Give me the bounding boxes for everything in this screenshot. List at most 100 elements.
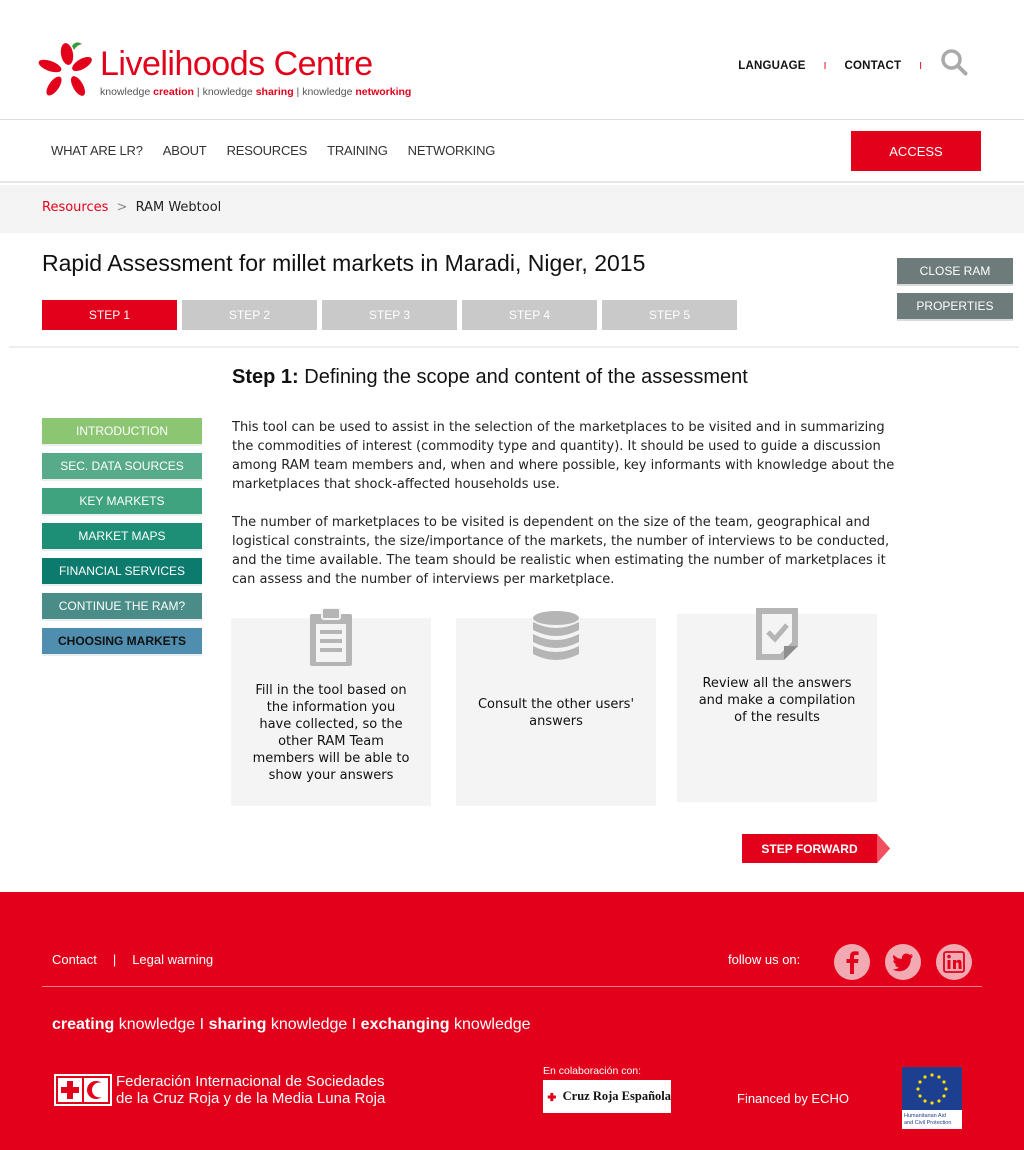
- nav-item-resources[interactable]: RESOURCES: [227, 143, 308, 158]
- footer-divider: [42, 986, 982, 987]
- search-icon[interactable]: [940, 48, 968, 76]
- ifrc-name: Federación Internacional de Sociedades d…: [116, 1073, 385, 1107]
- step-heading-number: Step 1:: [232, 366, 299, 388]
- echo-caption-line-2: and Civil Protection: [904, 1119, 952, 1126]
- logo-tag-sep: |: [296, 86, 300, 98]
- cruz-roja-label: Cruz Roja Española: [562, 1089, 671, 1103]
- breadcrumb-bar: Resources > RAM Webtool: [0, 185, 1024, 233]
- fill-in-tool-card[interactable]: Fill in the tool based on the informatio…: [231, 608, 431, 806]
- nav-item-what-are-lr[interactable]: WHAT ARE LR?: [51, 143, 143, 158]
- tagline-bold: creating: [52, 1016, 115, 1033]
- sub-menu-choosing-markets[interactable]: CHOOSING MARKETS: [42, 628, 202, 656]
- site-header: Livelihoods Centre knowledge creation | …: [0, 0, 1024, 120]
- logo-tagline: knowledge creation | knowledge sharing |…: [100, 86, 411, 98]
- nav-item-networking[interactable]: NETWORKING: [408, 143, 496, 158]
- breadcrumb-separator: >: [116, 200, 128, 215]
- footer-contact-link[interactable]: Contact: [52, 952, 97, 967]
- divider: [9, 346, 1019, 348]
- intro-paragraph-2: The number of marketplaces to be visited…: [232, 515, 890, 587]
- logo-word-rest: lihoods Centre: [160, 45, 373, 83]
- sub-menu-continue-the-ram[interactable]: CONTINUE THE RAM?: [42, 593, 202, 621]
- top-link-separator: I: [823, 60, 827, 72]
- top-links: LANGUAGE I CONTACT I: [738, 48, 968, 84]
- clipboard-icon: [310, 608, 352, 666]
- card-text: Fill in the tool based on the informatio…: [252, 683, 410, 783]
- cruz-roja-espanola-logo[interactable]: Cruz Roja Española: [543, 1080, 671, 1113]
- main-nav: WHAT ARE LR? ABOUT RESOURCES TRAINING NE…: [0, 121, 1024, 183]
- close-ram-button[interactable]: CLOSE RAM: [897, 258, 1013, 286]
- ifrc-logo[interactable]: Federación Internacional de Sociedades d…: [54, 1072, 404, 1112]
- tab-step-4[interactable]: STEP 4: [462, 300, 597, 330]
- card-text: Review all the answers and make a compil…: [698, 676, 856, 725]
- facebook-icon[interactable]: [834, 944, 870, 980]
- tagline-word: knowledge: [270, 1016, 348, 1033]
- tab-step-3[interactable]: STEP 3: [322, 300, 457, 330]
- sub-menu: INTRODUCTION SEC. DATA SOURCES KEY MARKE…: [42, 418, 202, 663]
- logo-tag-word: knowledge: [302, 86, 353, 98]
- logo-wordmark: Livelihoods Centre: [100, 46, 373, 82]
- consult-answers-card[interactable]: Consult the other users' answers: [456, 611, 656, 806]
- step-forward-button[interactable]: STEP FORWARD: [742, 834, 890, 863]
- logo-tag-bold: sharing: [255, 86, 294, 98]
- logo-tag-bold: networking: [355, 86, 412, 98]
- financed-by-label: Financed by ECHO: [737, 1091, 849, 1106]
- tagline-word: knowledge: [118, 1016, 196, 1033]
- sub-menu-market-maps[interactable]: MARKET MAPS: [42, 523, 202, 551]
- card-text: Consult the other users' answers: [477, 697, 635, 729]
- step-forward-label: STEP FORWARD: [761, 841, 858, 856]
- database-icon: [533, 611, 579, 660]
- nav-item-about[interactable]: ABOUT: [163, 143, 207, 158]
- step-tabs: STEP 1 STEP 2 STEP 3 STEP 4 STEP 5: [42, 300, 742, 330]
- collaboration-label: En colaboración con:: [543, 1065, 642, 1077]
- echo-eu-flag-logo[interactable]: Humanitarian Aid and Civil Protection: [902, 1067, 962, 1129]
- access-button[interactable]: ACCESS: [851, 131, 981, 171]
- nav-item-training[interactable]: TRAINING: [327, 143, 388, 158]
- tagline-sep: I: [351, 1016, 357, 1033]
- twitter-icon[interactable]: [885, 944, 921, 980]
- tab-step-5[interactable]: STEP 5: [602, 300, 737, 330]
- echo-caption: Humanitarian Aid and Civil Protection: [902, 1110, 962, 1129]
- sub-menu-introduction[interactable]: INTRODUCTION: [42, 418, 202, 446]
- logo-tag-bold: creation: [153, 86, 194, 98]
- logo-tag-word: knowledge: [202, 86, 253, 98]
- step-heading-text: Defining the scope and content of the as…: [304, 366, 748, 388]
- top-link-separator: I: [919, 60, 922, 72]
- ifrc-line-2: de la Cruz Roja y de la Media Luna Roja: [116, 1090, 386, 1107]
- review-answers-card[interactable]: Review all the answers and make a compil…: [677, 608, 877, 802]
- red-cross-crescent-emblem: [54, 1074, 112, 1106]
- ifrc-line-1: Federación Internacional de Sociedades: [116, 1073, 385, 1090]
- livelihoods-centre-logo[interactable]: Livelihoods Centre knowledge creation | …: [36, 40, 411, 102]
- language-link[interactable]: LANGUAGE: [738, 60, 805, 72]
- tagline-bold: sharing: [208, 1016, 267, 1033]
- tagline-word: knowledge: [454, 1016, 531, 1033]
- nav-items: WHAT ARE LR? ABOUT RESOURCES TRAINING NE…: [51, 143, 515, 158]
- sub-menu-financial-services[interactable]: FINANCIAL SERVICES: [42, 558, 202, 586]
- logo-word-live: Live: [100, 45, 161, 83]
- properties-button[interactable]: PROPERTIES: [897, 293, 1013, 321]
- footer-links: Contact | Legal warning: [52, 952, 213, 967]
- tab-step-1[interactable]: STEP 1: [42, 300, 177, 330]
- footer-tagline: creating knowledge I sharing knowledge I…: [52, 1016, 531, 1034]
- sub-menu-key-markets[interactable]: KEY MARKETS: [42, 488, 202, 516]
- intro-paragraph-1: This tool can be used to assist in the s…: [232, 420, 895, 492]
- breadcrumb: Resources > RAM Webtool: [42, 200, 221, 215]
- breadcrumb-current: RAM Webtool: [135, 200, 222, 215]
- breadcrumb-resources-link[interactable]: Resources: [42, 200, 108, 215]
- linkedin-icon[interactable]: [936, 944, 972, 980]
- footer-link-separator: |: [112, 952, 117, 967]
- document-check-icon: [756, 608, 798, 660]
- red-cross-icon: [547, 1092, 556, 1101]
- tagline-sep: I: [199, 1016, 205, 1033]
- logo-tag-sep: |: [196, 86, 200, 98]
- flower-logo-icon: [38, 42, 92, 96]
- eu-stars-icon: [916, 1073, 948, 1105]
- footer-legal-warning-link[interactable]: Legal warning: [132, 952, 213, 967]
- tab-step-2[interactable]: STEP 2: [182, 300, 317, 330]
- tagline-bold: exchanging: [360, 1016, 450, 1033]
- step-heading: Step 1: Defining the scope and content o…: [232, 366, 748, 389]
- follow-us-label: follow us on:: [728, 952, 801, 967]
- sub-menu-sec-data-sources[interactable]: SEC. DATA SOURCES: [42, 453, 202, 481]
- logo-tag-word: knowledge: [100, 86, 151, 98]
- page-title: Rapid Assessment for millet markets in M…: [42, 250, 646, 276]
- contact-link[interactable]: CONTACT: [844, 60, 901, 72]
